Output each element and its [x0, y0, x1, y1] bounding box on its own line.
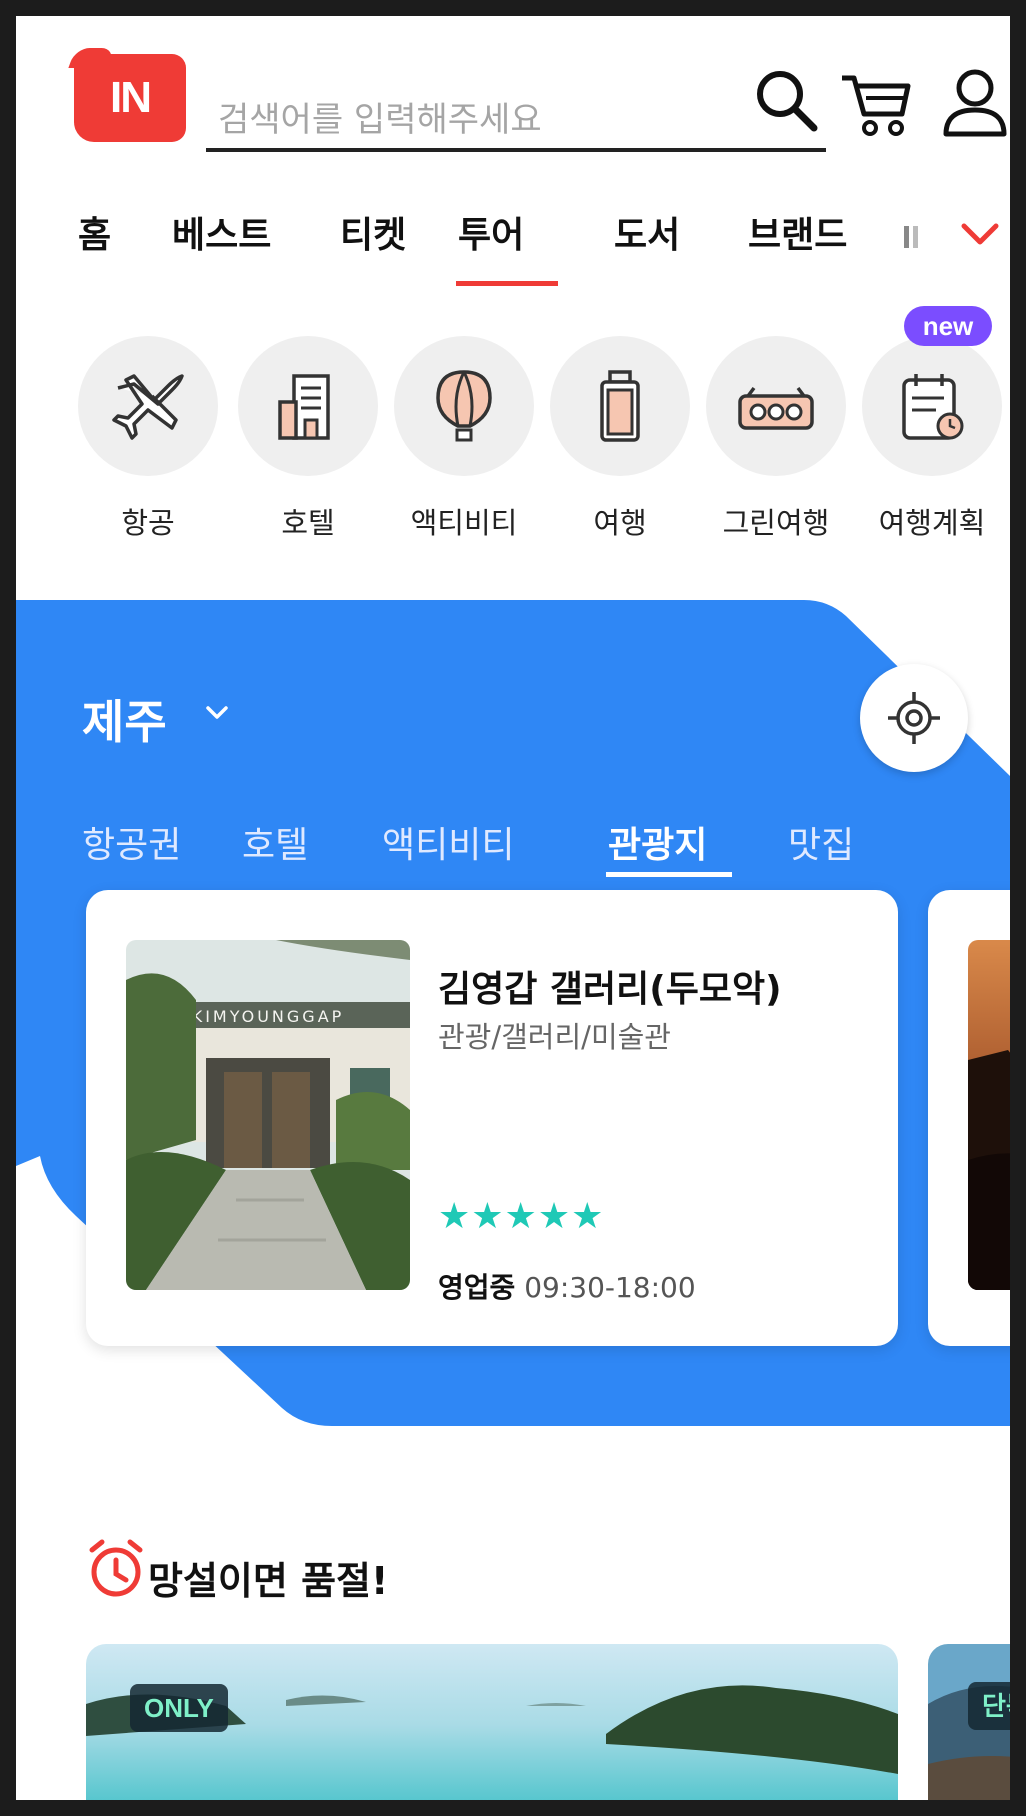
- service-activity[interactable]: 액티비티: [394, 336, 534, 542]
- crosshair-icon: [888, 692, 940, 744]
- service-label: 호텔: [281, 506, 335, 540]
- calendar-icon: [902, 374, 964, 440]
- region-tab-restaurants[interactable]: 맛집: [788, 816, 854, 868]
- service-label: 액티비티: [410, 506, 518, 540]
- promo-card[interactable]: 단독: [928, 1644, 1010, 1800]
- gallery-sign-text: KIMYOUNGGAP: [192, 1007, 345, 1026]
- region-selector[interactable]: 제주: [82, 686, 167, 752]
- balloon-icon: [436, 370, 492, 442]
- promo-card[interactable]: ONLY: [86, 1644, 898, 1800]
- app-screen: IN 홈 베스트 티켓 투어 도서 브랜드: [16, 16, 1010, 1800]
- region-tab-attractions[interactable]: 관광지: [608, 816, 707, 868]
- luggage-icon: [600, 370, 640, 442]
- region-tab-hotels[interactable]: 호텔: [242, 816, 308, 868]
- only-badge: ONLY: [130, 1684, 228, 1732]
- service-trip-plan[interactable]: 여행계획 new: [862, 306, 1002, 542]
- hours-range: 09:30-18:00: [524, 1271, 696, 1304]
- search-icon[interactable]: [752, 66, 822, 136]
- attraction-photo: [968, 940, 1010, 1290]
- active-tab-indicator: [456, 281, 558, 286]
- flash-sale-title: 망설이면 품절!: [148, 1559, 389, 1603]
- app-logo[interactable]: IN: [74, 54, 186, 142]
- attraction-category: 관광/갤러리/미술관: [438, 1020, 671, 1054]
- rating-stars: ★★★★★: [438, 1196, 605, 1237]
- user-icon[interactable]: [940, 64, 1010, 140]
- service-label: 여행계획: [878, 506, 986, 540]
- tab-books[interactable]: 도서: [614, 206, 680, 258]
- exclusive-badge: 단독: [968, 1682, 1010, 1730]
- train-icon: [738, 386, 814, 430]
- sunset-rock-photo: [968, 940, 1010, 1290]
- opening-hours: 영업중 09:30-18:00: [438, 1266, 696, 1306]
- search-bar[interactable]: [206, 88, 826, 152]
- hotel-icon: [278, 374, 330, 440]
- attraction-title: 김영갑 갤러리(두모악): [438, 969, 782, 1010]
- service-label: 여행: [593, 506, 647, 540]
- airplane-icon: [112, 374, 184, 440]
- search-input[interactable]: [216, 96, 680, 144]
- region-tab-flights[interactable]: 항공권: [82, 816, 181, 868]
- cart-icon[interactable]: [838, 70, 914, 140]
- new-badge: new: [904, 306, 992, 346]
- chevron-down-icon[interactable]: [204, 704, 230, 722]
- tab-ticket[interactable]: 티켓: [340, 206, 406, 258]
- service-travel[interactable]: 여행: [550, 336, 690, 542]
- tab-tour[interactable]: 투어: [458, 206, 524, 258]
- more-tabs-glyph-icon: [904, 226, 918, 248]
- service-hotel[interactable]: 호텔: [238, 336, 378, 542]
- service-label: 그린여행: [722, 506, 830, 540]
- chevron-down-icon[interactable]: [960, 220, 1000, 250]
- region-tab-activities[interactable]: 액티비티: [382, 816, 514, 868]
- attraction-card[interactable]: [928, 890, 1010, 1346]
- service-label: 항공: [121, 506, 175, 540]
- service-green-travel[interactable]: 그린여행: [706, 336, 846, 542]
- attraction-card[interactable]: KIMYOUNGGAP 김영갑 갤러리(두모악) 관광/갤러리/미술관 ★★★★…: [86, 890, 898, 1346]
- open-status: 영업중: [438, 1271, 516, 1304]
- service-flight[interactable]: 항공: [78, 336, 218, 542]
- active-region-tab-indicator: [606, 872, 732, 877]
- alarm-clock-icon: [89, 1539, 143, 1597]
- logo-text: IN: [110, 73, 152, 122]
- tab-best[interactable]: 베스트: [172, 206, 271, 258]
- current-location-button[interactable]: [860, 664, 968, 772]
- gallery-building-photo: KIMYOUNGGAP: [126, 940, 410, 1290]
- tab-brand[interactable]: 브랜드: [748, 206, 847, 258]
- tab-home[interactable]: 홈: [78, 206, 111, 258]
- attraction-photo: KIMYOUNGGAP: [126, 940, 410, 1290]
